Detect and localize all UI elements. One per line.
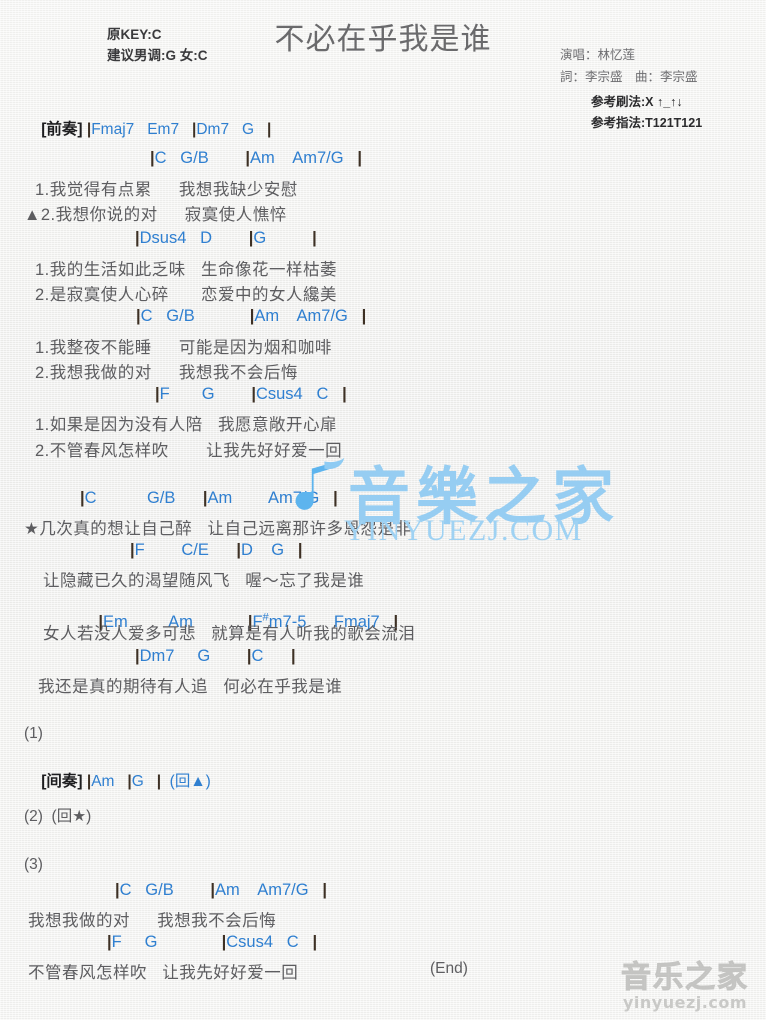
corner-watermark: 音乐之家 yinyuezj.com bbox=[610, 960, 760, 1012]
strum-reference: 参考刷法:X ↑_↑↓ bbox=[591, 95, 683, 109]
corner-watermark-url: yinyuezj.com bbox=[623, 993, 747, 1012]
chord-sheet: 原KEY:C 建议男调:G 女:C 不必在乎我是谁 演唱：林忆莲 詞：李宗盛 曲… bbox=[0, 0, 766, 1020]
chord-line: |F G |Csus4 C | bbox=[107, 933, 318, 951]
end-marker: (End) bbox=[430, 960, 468, 977]
lyric-line: 让隐藏已久的渴望随风飞 喔～忘了我是谁 bbox=[43, 572, 365, 590]
section-number: (1) bbox=[24, 725, 43, 742]
writers-line: 詞：李宗盛 曲：李宗盛 bbox=[560, 70, 698, 84]
intro-chords: |Fmaj7 Em7 |Dm7 G | bbox=[86, 121, 272, 138]
lyric-line: 1.如果是因为没有人陪 我愿意敞开心扉 bbox=[35, 416, 338, 434]
corner-watermark-logo: 音乐之家 bbox=[621, 960, 749, 995]
chord-line: |C G/B |Am Am7/G | bbox=[80, 489, 338, 507]
lyric-line: 1.我整夜不能睡 可能是因为烟和咖啡 bbox=[35, 339, 332, 357]
chord-line: |F C/E |D G | bbox=[130, 541, 303, 559]
interlude-line: [间奏] |Am |G | (回▲) bbox=[24, 751, 211, 809]
interlude-chords: |Am |G | (回▲) bbox=[86, 773, 211, 790]
lyric-line: 女人若没人爱多可悲 就算是有人听我的歌会流泪 bbox=[43, 625, 416, 643]
credits-block: 演唱：林忆莲 詞：李宗盛 曲：李宗盛 bbox=[560, 44, 698, 88]
lyric-line: 2.不管春风怎样吹 让我先好好爱一回 bbox=[35, 442, 343, 460]
intro-tag: [前奏] bbox=[41, 121, 83, 138]
lyric-line: 1.我的生活如此乏味 生命像花一样枯萎 bbox=[35, 261, 338, 279]
chord-line: |Dsus4 D |G | bbox=[135, 229, 317, 247]
lyric-line: 1.我觉得有点累 我想我缺少安慰 bbox=[35, 181, 298, 199]
lyric-line: 我还是真的期待有人追 何必在乎我是谁 bbox=[38, 678, 343, 696]
lyric-line: 不管春风怎样吹 让我先好好爱一回 bbox=[28, 964, 299, 982]
chord-line: |C G/B |Am Am7/G | bbox=[136, 307, 367, 325]
section-number: (2) (回★) bbox=[24, 808, 92, 825]
chord-line: |C G/B |Am Am7/G | bbox=[115, 881, 327, 899]
lyric-line: 2.我想我做的对 我想我不会后悔 bbox=[35, 364, 298, 382]
section-number: (3) bbox=[24, 856, 43, 873]
center-watermark: 音樂之家 YINYUEZJ.COM bbox=[292, 452, 712, 562]
chord-line: |Dm7 G |C | bbox=[135, 647, 296, 665]
lyric-line: ★几次真的想让自己醉 让自己远离那许多恩怨是非 bbox=[24, 520, 412, 538]
chord-line: |F G |Csus4 C | bbox=[155, 385, 347, 403]
interlude-tag: [间奏] bbox=[41, 773, 83, 790]
chord-line: |C G/B |Am Am7/G | bbox=[150, 149, 362, 167]
fingering-reference: 参考指法:T121T121 bbox=[591, 116, 703, 130]
lyric-line: 2.是寂寞使人心碎 恋爱中的女人纔美 bbox=[35, 286, 338, 304]
playing-reference-block: 参考刷法:X ↑_↑↓ 参考指法:T121T121 bbox=[591, 92, 702, 134]
lyric-line: ▲2.我想你说的对 寂寞使人憔悴 bbox=[24, 206, 287, 224]
lyric-line: 我想我做的对 我想我不会后悔 bbox=[28, 912, 277, 930]
singer-line: 演唱：林忆莲 bbox=[560, 48, 636, 62]
